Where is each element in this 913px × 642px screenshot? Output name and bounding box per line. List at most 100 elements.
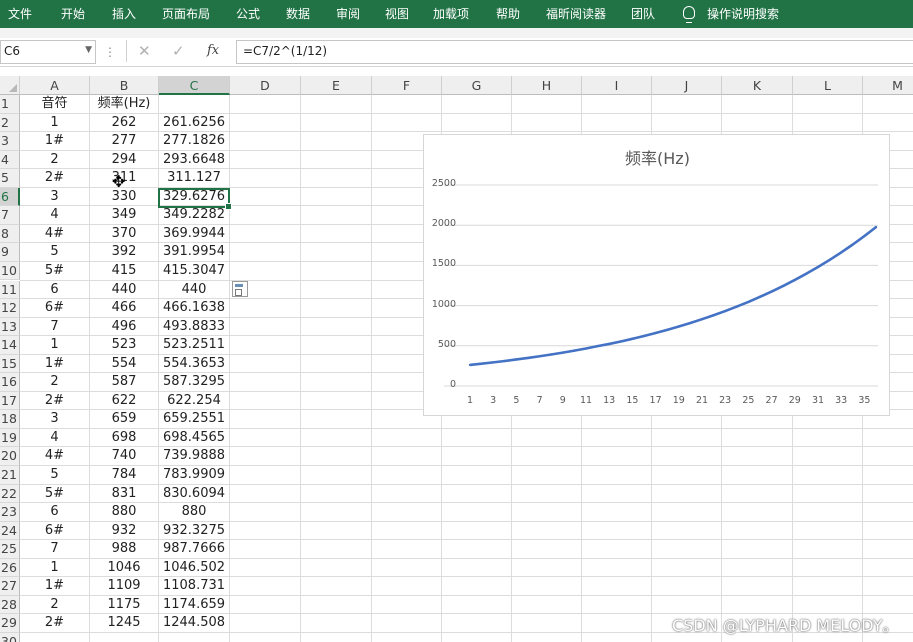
note-cell[interactable]: 5# (20, 262, 89, 281)
tab-insert[interactable]: 插入 (112, 0, 136, 28)
note-cell[interactable]: 1 (20, 114, 89, 133)
row-header[interactable]: 10 (0, 261, 20, 281)
frequency-cell[interactable]: 831 (90, 485, 158, 504)
name-box[interactable]: C6 ▼ (0, 40, 96, 64)
computed-frequency-cell[interactable]: 880 (159, 503, 229, 522)
row-header[interactable]: 21 (0, 466, 20, 485)
frequency-cell[interactable]: 415 (90, 262, 158, 281)
frequency-cell[interactable]: 1109 (90, 577, 158, 596)
row-header[interactable]: 4 (0, 150, 20, 170)
series-line[interactable] (469, 226, 877, 367)
row-header[interactable]: 17 (0, 391, 20, 411)
row-header[interactable]: 2 (0, 113, 20, 133)
computed-frequency-cell[interactable]: 349.2282 (159, 206, 229, 225)
computed-frequency-cell[interactable]: 440 (159, 281, 229, 300)
frequency-cell[interactable]: 1046 (90, 559, 158, 578)
computed-frequency-cell[interactable]: 277.1826 (159, 132, 229, 151)
computed-frequency-cell[interactable]: 493.8833 (159, 318, 229, 337)
more-icon[interactable]: ⋮ (104, 45, 117, 59)
frequency-cell[interactable]: 频率(Hz) (90, 95, 158, 114)
computed-frequency-cell[interactable]: 783.9909 (159, 466, 229, 485)
tab-addins[interactable]: 加载项 (433, 0, 469, 28)
computed-frequency-cell[interactable]: 587.3295 (159, 373, 229, 392)
column-header-i[interactable]: I (582, 76, 652, 95)
frequency-cell[interactable]: 349 (90, 206, 158, 225)
row-header[interactable]: 5 (0, 169, 20, 188)
note-cell[interactable]: 5 (20, 466, 89, 485)
column-header-g[interactable]: G (442, 76, 512, 95)
cancel-icon[interactable]: ✕ (138, 42, 151, 60)
computed-frequency-cell[interactable]: 1108.731 (159, 577, 229, 596)
computed-frequency-cell[interactable]: 739.9888 (159, 447, 229, 466)
note-cell[interactable]: 6# (20, 522, 89, 541)
tab-home[interactable]: 开始 (61, 0, 85, 28)
frequency-cell[interactable]: 370 (90, 225, 158, 244)
column-header-b[interactable]: B (90, 76, 159, 95)
note-cell[interactable]: 1# (20, 577, 89, 596)
note-cell[interactable]: 4 (20, 429, 89, 448)
tab-foxit-reader[interactable]: 福昕阅读器 (546, 0, 606, 28)
computed-frequency-cell[interactable]: 1046.502 (159, 559, 229, 578)
row-header[interactable]: 25 (0, 540, 20, 559)
row-header[interactable]: 12 (0, 299, 20, 318)
computed-frequency-cell[interactable]: 698.4565 (159, 429, 229, 448)
computed-frequency-cell[interactable]: 523.2511 (159, 336, 229, 355)
column-header-j[interactable]: J (652, 76, 722, 95)
fill-handle[interactable] (225, 202, 232, 210)
row-header[interactable]: 29 (0, 614, 20, 633)
computed-frequency-cell[interactable]: 554.3653 (159, 355, 229, 374)
note-cell[interactable]: 2# (20, 169, 89, 188)
row-header[interactable]: 14 (0, 336, 20, 355)
line-chart[interactable]: 频率(Hz) 0 500 1000 1500 2000 2500 1 3 5 7 9 11 13 15 17… (423, 134, 890, 416)
row-header[interactable]: 19 (0, 428, 20, 448)
row-header[interactable]: 15 (0, 354, 20, 374)
frequency-cell[interactable]: 496 (90, 318, 158, 337)
frequency-cell[interactable]: 784 (90, 466, 158, 485)
row-header[interactable]: 22 (0, 484, 20, 504)
note-cell[interactable]: 1# (20, 132, 89, 151)
tab-data[interactable]: 数据 (286, 0, 310, 28)
tell-me-search[interactable]: 操作说明搜索 (707, 0, 779, 28)
frequency-cell[interactable]: 294 (90, 151, 158, 170)
row-header[interactable]: 9 (0, 243, 20, 262)
frequency-cell[interactable]: 440 (90, 281, 158, 300)
note-cell[interactable]: 7 (20, 318, 89, 337)
note-cell[interactable]: 2# (20, 614, 89, 633)
column-header-m[interactable]: M (863, 76, 913, 95)
column-header-d[interactable]: D (230, 76, 301, 95)
tab-help[interactable]: 帮助 (496, 0, 520, 28)
frequency-cell[interactable]: 932 (90, 522, 158, 541)
note-cell[interactable]: 音符 (20, 95, 89, 114)
column-header-k[interactable]: K (722, 76, 793, 95)
note-cell[interactable]: 1 (20, 559, 89, 578)
frequency-cell[interactable]: 740 (90, 447, 158, 466)
tab-review[interactable]: 审阅 (336, 0, 360, 28)
column-header-l[interactable]: L (793, 76, 863, 95)
frequency-cell[interactable]: 523 (90, 336, 158, 355)
row-header[interactable]: 16 (0, 373, 20, 392)
enter-icon[interactable]: ✓ (172, 42, 185, 60)
computed-frequency-cell[interactable]: 932.3275 (159, 522, 229, 541)
computed-frequency-cell[interactable]: 987.7666 (159, 540, 229, 559)
computed-frequency-cell[interactable]: 391.9954 (159, 243, 229, 262)
note-cell[interactable]: 6# (20, 299, 89, 318)
frequency-cell[interactable]: 392 (90, 243, 158, 262)
note-cell[interactable]: 2 (20, 151, 89, 170)
frequency-cell[interactable]: 277 (90, 132, 158, 151)
row-header[interactable]: 20 (0, 447, 20, 466)
insert-function-icon[interactable]: fx (207, 43, 219, 58)
tab-formulas[interactable]: 公式 (236, 0, 260, 28)
computed-frequency-cell[interactable]: 830.6094 (159, 485, 229, 504)
chevron-down-icon[interactable]: ▼ (85, 45, 92, 55)
computed-frequency-cell[interactable]: 622.254 (159, 392, 229, 411)
row-header[interactable]: 1 (0, 95, 20, 114)
row-header[interactable]: 23 (0, 503, 20, 522)
row-header[interactable]: 7 (0, 206, 20, 225)
quick-analysis-icon[interactable] (232, 280, 248, 297)
column-header-e[interactable]: E (301, 76, 372, 95)
row-header[interactable]: 28 (0, 595, 20, 615)
column-header-c[interactable]: C (159, 76, 230, 95)
frequency-cell[interactable]: 698 (90, 429, 158, 448)
note-cell[interactable]: 1 (20, 336, 89, 355)
row-header[interactable]: 6 (0, 187, 20, 207)
